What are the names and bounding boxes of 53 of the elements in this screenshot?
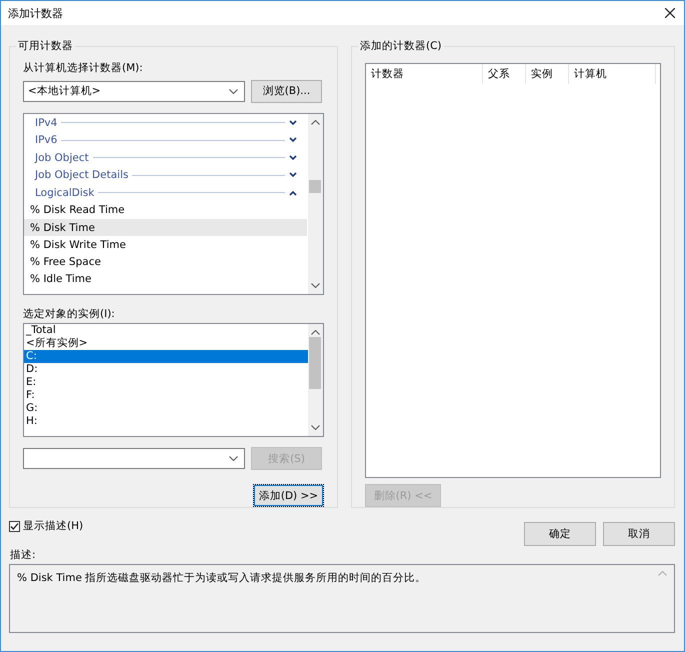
instance-item[interactable]: <所有实例> (24, 337, 308, 350)
counter-item[interactable]: % Disk Write Time (24, 236, 307, 254)
chevron-down-icon (229, 88, 238, 94)
instance-item[interactable]: D: (24, 363, 308, 376)
group-title: 可用计数器 (16, 39, 75, 53)
scroll-down-icon[interactable] (310, 282, 320, 288)
search-dropdown[interactable] (23, 448, 245, 469)
instance-item[interactable]: C: (24, 350, 308, 364)
counter-item[interactable]: % Free Space (24, 253, 307, 271)
instance-item[interactable]: H: (24, 415, 308, 428)
show-description-checkbox[interactable]: 显示描述(H) (9, 519, 84, 533)
description-label: 描述: (9, 548, 37, 563)
counter-item[interactable]: % Idle Time (24, 270, 307, 288)
instances-label: 选定对象的实例(I): (23, 306, 116, 322)
window-title: 添加计数器 (8, 6, 63, 20)
computer-dropdown[interactable]: <本地计算机> (23, 80, 245, 102)
checkbox-icon[interactable] (9, 520, 20, 532)
column-header[interactable]: 计数器 (366, 64, 483, 84)
instance-item[interactable]: F: (24, 389, 308, 402)
description-text: % Disk Time 指所选磁盘驱动器忙于为读或写入请求提供服务所用的时间的百分比。 (17, 571, 426, 585)
instance-item[interactable]: _Total (24, 324, 308, 338)
chevron-down-icon (288, 120, 297, 126)
computer-label: 从计算机选择计数器(M): (23, 61, 144, 76)
counter-item[interactable]: % Disk Time (24, 218, 307, 236)
chevron-down-icon (288, 137, 297, 144)
scroll-thumb[interactable] (309, 180, 322, 193)
browse-button[interactable]: 浏览(B)... (251, 80, 322, 103)
ok-button[interactable]: 确定 (524, 522, 596, 546)
add-button[interactable]: 添加(D) >> (252, 484, 324, 507)
column-header[interactable]: 实例 (526, 64, 569, 84)
scrollbar[interactable] (308, 324, 323, 436)
category-item[interactable]: LogicalDisk (24, 184, 308, 202)
chevron-up-icon (288, 190, 297, 196)
group-title: 添加的计数器(C) (358, 39, 444, 53)
category-item[interactable]: IPv6 (24, 131, 308, 149)
counter-item[interactable]: % Disk Read Time (24, 202, 307, 219)
scroll-down-icon[interactable] (310, 425, 320, 430)
category-item[interactable]: IPv4 (24, 114, 308, 132)
category-item[interactable]: Job Object Details (24, 166, 308, 184)
close-icon[interactable] (665, 8, 675, 18)
chevron-down-icon (229, 456, 238, 461)
chevron-down-icon (288, 172, 297, 178)
column-header[interactable]: 父系 (482, 64, 526, 84)
instance-item[interactable]: E: (24, 376, 308, 390)
scrollbar[interactable] (308, 114, 323, 294)
scroll-thumb[interactable] (309, 337, 322, 390)
column-header[interactable]: 计算机 (568, 64, 656, 84)
cancel-button[interactable]: 取消 (603, 522, 675, 546)
category-item[interactable]: Job Object (24, 149, 308, 167)
scroll-up-icon[interactable] (310, 330, 320, 336)
scroll-up-icon[interactable] (310, 120, 320, 125)
chevron-down-icon (288, 154, 297, 161)
instance-item[interactable]: G: (24, 402, 308, 416)
